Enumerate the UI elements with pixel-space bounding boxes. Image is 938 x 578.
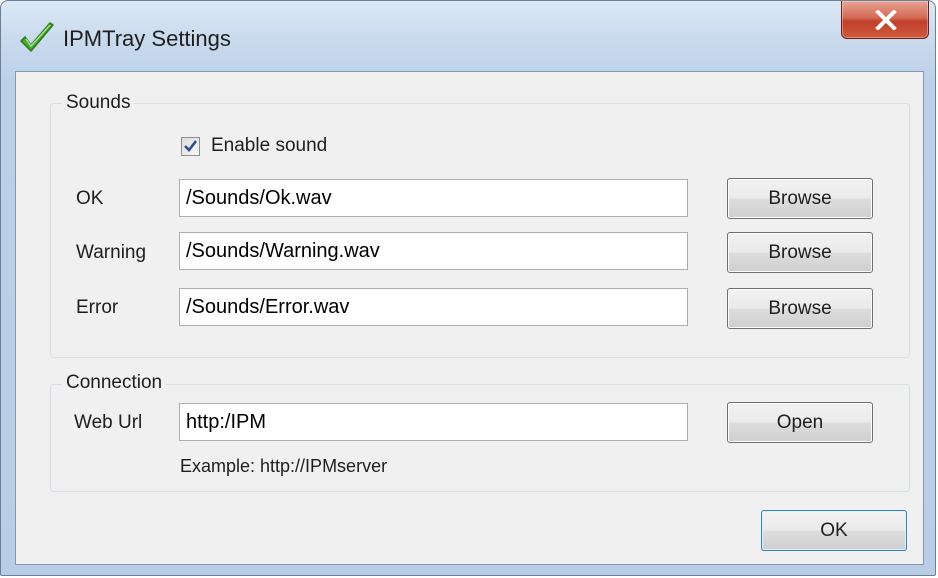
- sound-ok-path-input[interactable]: /Sounds/Ok.wav: [179, 179, 688, 217]
- title-bar[interactable]: IPMTray Settings: [1, 1, 935, 81]
- sound-error-label: Error: [76, 297, 119, 318]
- browse-warning-button[interactable]: Browse: [727, 232, 873, 273]
- browse-ok-button[interactable]: Browse: [727, 178, 873, 219]
- green-checkmark-icon: [17, 19, 57, 59]
- enable-sound-checkbox[interactable]: [181, 137, 200, 156]
- browse-error-button[interactable]: Browse: [727, 288, 873, 329]
- web-url-input[interactable]: http:/IPM: [179, 403, 688, 441]
- ok-button[interactable]: OK: [761, 510, 907, 551]
- sounds-group-label: Sounds: [62, 92, 135, 114]
- check-icon: [184, 140, 198, 152]
- sound-ok-label: OK: [76, 188, 104, 209]
- connection-group-label: Connection: [62, 372, 167, 394]
- close-x-icon: [875, 10, 897, 30]
- settings-window: IPMTray Settings Sounds Enable sound OK …: [0, 0, 936, 576]
- client-area: Sounds Enable sound OK /Sounds/Ok.wav Br…: [15, 71, 924, 565]
- open-url-button[interactable]: Open: [727, 402, 873, 443]
- close-button[interactable]: [841, 1, 929, 39]
- web-url-label: Web Url: [74, 412, 143, 433]
- web-url-example-text: Example: http://IPMserver: [180, 456, 388, 476]
- sound-warning-path-input[interactable]: /Sounds/Warning.wav: [179, 232, 688, 270]
- sound-error-path-input[interactable]: /Sounds/Error.wav: [179, 288, 688, 326]
- sound-warning-label: Warning: [76, 242, 147, 263]
- window-title: IPMTray Settings: [63, 26, 231, 51]
- enable-sound-label[interactable]: Enable sound: [211, 135, 327, 157]
